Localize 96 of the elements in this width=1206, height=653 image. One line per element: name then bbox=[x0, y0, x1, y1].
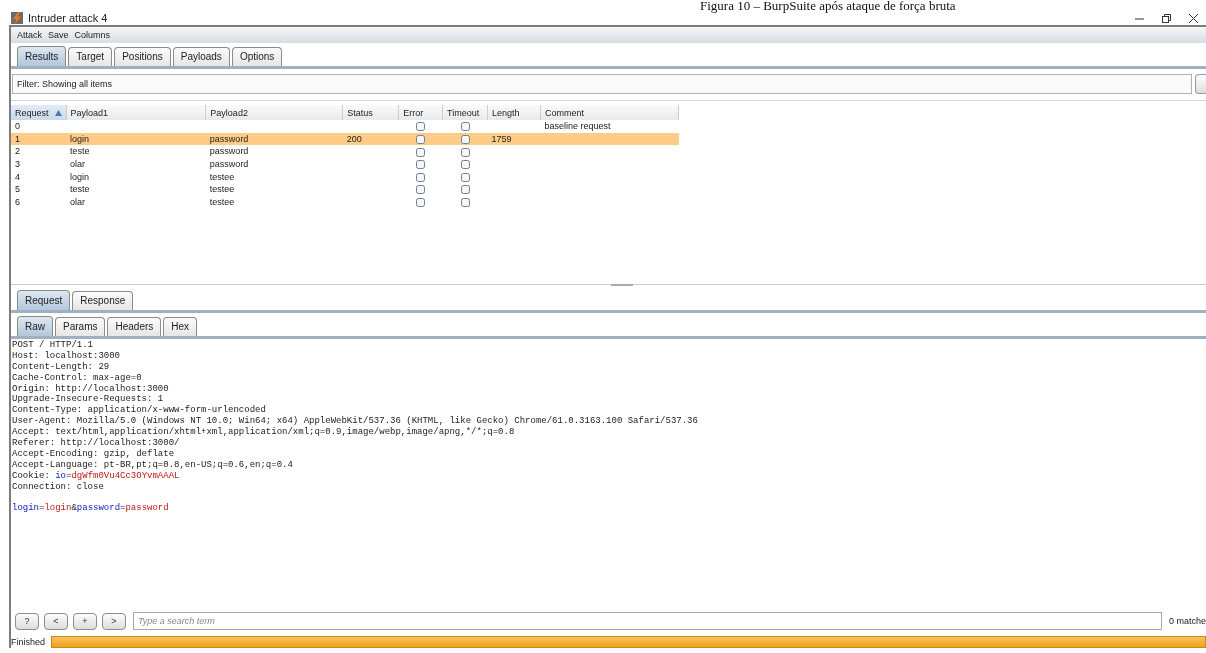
table-cell: 3 bbox=[15, 159, 20, 170]
table-cell: 1759 bbox=[491, 133, 512, 144]
checkbox[interactable] bbox=[460, 197, 470, 207]
match-count: 0 matche bbox=[1168, 616, 1206, 626]
search-nav-button[interactable]: + bbox=[73, 612, 97, 630]
menu-item[interactable]: Columns bbox=[74, 30, 111, 40]
figure-caption: Figura 10 – BurpSuite após ataque de força bruta bbox=[699, 0, 957, 11]
menu-item[interactable]: Save bbox=[48, 30, 69, 40]
column-header[interactable]: Payload1 bbox=[66, 105, 206, 120]
tab[interactable]: Payloads bbox=[172, 47, 230, 66]
checkbox[interactable] bbox=[416, 185, 426, 195]
request-line: Origin: http://localhost:3000 bbox=[12, 383, 169, 394]
request-line: Upgrade-Insecure-Requests: 1 bbox=[12, 394, 164, 405]
request-line: User-Agent: Mozilla/5.0 (Windows NT 10.0; Win64; x64) AppleWebKit/537.36 (KHTML, like Gecko) Chrome/61.0.3163.100 Safari/537.36 bbox=[12, 416, 698, 427]
checkbox[interactable] bbox=[460, 160, 470, 170]
request-line: Referer: http://localhost:3000/ bbox=[12, 438, 180, 448]
table-cell: password bbox=[209, 146, 249, 157]
column-header[interactable]: Request bbox=[11, 105, 67, 120]
table-cell: olar bbox=[70, 196, 86, 207]
request-line: Cache-Control: max-age=0 bbox=[12, 372, 142, 383]
table-row[interactable]: 6 olar testee bbox=[11, 195, 679, 209]
table-cell: password bbox=[209, 159, 249, 170]
tab[interactable]: Headers bbox=[107, 317, 162, 336]
status-text: Finished bbox=[11, 636, 46, 647]
search-field[interactable]: Type a search term bbox=[133, 612, 1162, 630]
request-line: Accept: text/html,application/xhtml+xml,application/xml;q=0.9,image/webp,image/apng,*/*;q=0.8 bbox=[12, 427, 515, 438]
table-cell: teste bbox=[70, 184, 90, 195]
search-nav-button[interactable]: ? bbox=[15, 612, 39, 630]
table-row[interactable]: 0 baseline request bbox=[11, 120, 679, 133]
restore-icon[interactable] bbox=[1162, 13, 1171, 23]
tab[interactable]: Target bbox=[68, 47, 113, 66]
window-title: Intruder attack 4 bbox=[28, 12, 108, 24]
table-cell: olar bbox=[70, 159, 86, 170]
help-button[interactable] bbox=[1195, 74, 1206, 94]
checkbox[interactable] bbox=[416, 122, 426, 132]
column-header[interactable]: Timeout bbox=[442, 105, 488, 120]
table-cell: 4 bbox=[15, 171, 20, 182]
app-logo-icon bbox=[11, 12, 23, 24]
search-nav-button[interactable]: < bbox=[44, 612, 68, 630]
checkbox[interactable] bbox=[460, 185, 470, 195]
tab[interactable]: Positions bbox=[114, 47, 171, 66]
filter-bar[interactable]: Filter: Showing all items bbox=[12, 74, 1192, 94]
tab[interactable]: Options bbox=[231, 47, 283, 66]
table-cell: 2 bbox=[15, 146, 20, 157]
table-row[interactable]: 3 olar password bbox=[11, 157, 679, 171]
request-line: login=login&password=password bbox=[12, 503, 169, 514]
request-line: Content-Length: 29 bbox=[12, 361, 110, 372]
checkbox[interactable] bbox=[460, 172, 470, 182]
tab[interactable]: Params bbox=[55, 317, 106, 336]
table-cell: testee bbox=[209, 196, 235, 207]
request-line: Connection: close bbox=[12, 481, 104, 492]
checkbox[interactable] bbox=[460, 134, 470, 144]
table-cell: testee bbox=[209, 184, 235, 195]
sort-arrow-icon bbox=[54, 109, 62, 116]
table-row[interactable]: 2 teste password bbox=[11, 145, 679, 158]
request-line: Content-Type: application/x-www-form-urlencoded bbox=[12, 405, 266, 416]
request-line: POST / HTTP/1.1 bbox=[12, 340, 93, 350]
request-line: Accept-Encoding: gzip, deflate bbox=[12, 448, 175, 459]
checkbox[interactable] bbox=[416, 172, 426, 182]
table-cell: password bbox=[209, 133, 249, 144]
column-header[interactable]: Comment bbox=[540, 105, 679, 120]
table-cell: baseline request bbox=[544, 121, 611, 132]
table-cell: login bbox=[70, 171, 90, 182]
tab[interactable]: Request bbox=[17, 290, 71, 310]
request-line: Cookie: io=dgWfm0Vu4Cc3OYvmAAAL bbox=[12, 470, 180, 481]
table-cell: login bbox=[70, 133, 90, 144]
table-cell: 200 bbox=[346, 133, 362, 144]
table-cell: testee bbox=[209, 171, 235, 182]
split-handle[interactable] bbox=[611, 284, 633, 286]
checkbox[interactable] bbox=[416, 160, 426, 170]
checkbox[interactable] bbox=[416, 134, 426, 144]
tab[interactable]: Results bbox=[17, 46, 67, 66]
table-cell: 5 bbox=[15, 184, 20, 195]
column-header[interactable]: Error bbox=[398, 105, 443, 120]
request-line: Accept-Language: pt-BR,pt;q=0.8,en-US;q=0.6,en;q=0.4 bbox=[12, 459, 293, 470]
search-nav-button[interactable]: > bbox=[102, 612, 126, 630]
table-cell: 1 bbox=[15, 133, 20, 144]
checkbox[interactable] bbox=[416, 197, 426, 207]
column-header[interactable]: Payload2 bbox=[205, 105, 343, 120]
checkbox[interactable] bbox=[460, 147, 470, 157]
table-row[interactable]: 4 login testee bbox=[11, 170, 679, 183]
table-row[interactable]: 5 teste testee bbox=[11, 182, 679, 196]
close-icon[interactable] bbox=[1189, 13, 1198, 23]
table-row[interactable]: 1 login password 200 1759 bbox=[11, 132, 679, 146]
tab[interactable]: Raw bbox=[17, 316, 53, 336]
table-cell: teste bbox=[70, 146, 90, 157]
table-cell: 6 bbox=[15, 196, 20, 207]
checkbox[interactable] bbox=[460, 122, 470, 132]
column-header[interactable]: Length bbox=[487, 105, 541, 120]
menu-item[interactable]: Attack bbox=[17, 30, 42, 40]
request-line: Host: localhost:3000 bbox=[12, 350, 121, 361]
checkbox[interactable] bbox=[416, 147, 426, 157]
tab[interactable]: Hex bbox=[163, 317, 198, 336]
column-header[interactable]: Status bbox=[342, 105, 399, 120]
tab[interactable]: Response bbox=[72, 291, 134, 310]
table-cell: 0 bbox=[15, 121, 20, 132]
